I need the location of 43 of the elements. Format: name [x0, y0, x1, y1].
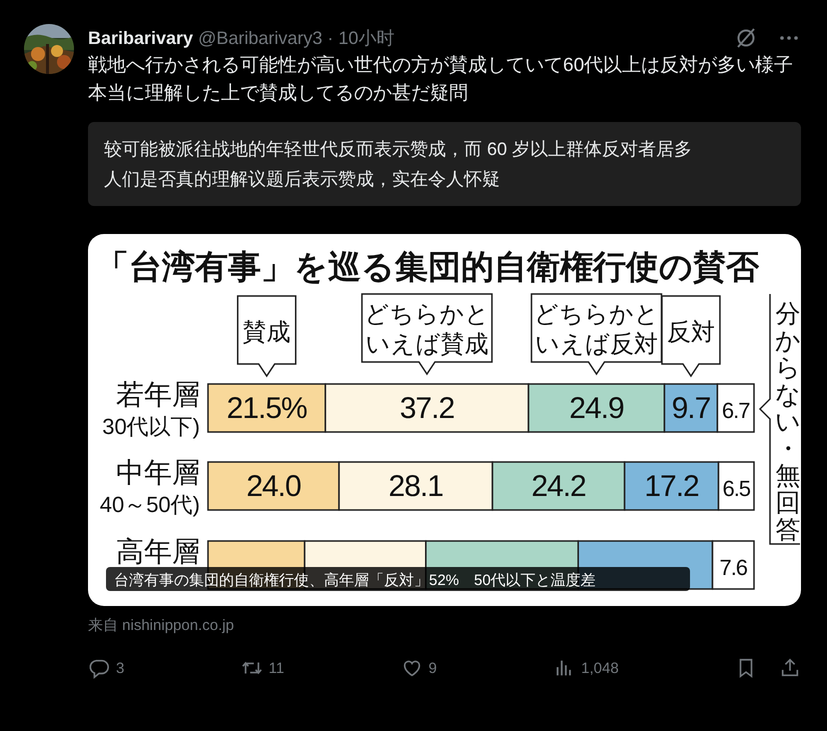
post-text: 本当に理解した上で賛成してるのか甚だ疑問	[88, 82, 469, 106]
category-callout: 賛成	[236, 295, 296, 378]
row-label: 若年層	[116, 379, 200, 410]
views-button[interactable]: 1,048	[553, 657, 619, 679]
data-label: 21.5%	[226, 392, 307, 425]
repost-button[interactable]: 11	[240, 657, 284, 679]
data-label: 24.0	[246, 470, 301, 503]
series-label: どちらかといえば賛成	[364, 301, 490, 358]
post-time[interactable]: 10小时	[338, 26, 394, 50]
author-handle[interactable]: @Baribarivary3	[198, 28, 322, 48]
category-callout: 反対	[661, 295, 721, 378]
series-label: 賛成	[242, 319, 291, 346]
series-label: 反対	[666, 319, 715, 346]
translation-text: 较可能被派往战地的年轻世代反而表示赞成，而 60 岁以上群体反对者居多	[104, 138, 694, 161]
data-label: 9.7	[672, 392, 710, 425]
data-label: 17.2	[644, 470, 699, 503]
source-link[interactable]: 来自 nishinippon.co.jp	[88, 616, 801, 635]
category-callout: どちらかといえば賛成	[361, 293, 493, 376]
share-button[interactable]	[779, 657, 801, 679]
data-label: 28.1	[388, 470, 443, 503]
category-callout: 分からない・無回答	[758, 293, 800, 545]
data-label: 6.5	[722, 476, 750, 501]
row-label: 中年層	[116, 457, 200, 488]
post-text: 戦地へ行かされる可能性が高い世代の方が賛成していて60代以上は反対が多い様子	[88, 54, 794, 78]
card-caption: 台湾有事の集団的自衛権行使、高年層「反対」52% 50代以下と温度差	[106, 567, 690, 591]
row-sublabel: 30代以下)	[102, 414, 200, 439]
separator-dot: ·	[327, 28, 334, 48]
share-icon	[779, 657, 801, 679]
data-label: 24.9	[569, 392, 624, 425]
translation-text: 人们是否真的理解议题后表示赞成，实在令人怀疑	[104, 168, 501, 191]
data-label: 7.6	[719, 555, 748, 580]
reply-button[interactable]: 3	[88, 657, 124, 679]
author-name[interactable]: Baribarivary	[88, 28, 194, 48]
category-callout: どちらかといえば反対	[530, 293, 662, 376]
data-label: 37.2	[400, 392, 454, 425]
data-label: 24.2	[531, 470, 586, 503]
row-sublabel: 40～50代)	[100, 492, 200, 517]
like-button[interactable]: 9	[400, 657, 437, 679]
chart-title: 「台湾有事」を巡る集団的自衛権行使の賛否	[96, 248, 759, 285]
data-label: 6.7	[722, 398, 750, 423]
series-label: どちらかといえば反対	[534, 301, 659, 358]
row-label: 高年層	[116, 536, 200, 567]
reply-icon	[88, 657, 110, 679]
